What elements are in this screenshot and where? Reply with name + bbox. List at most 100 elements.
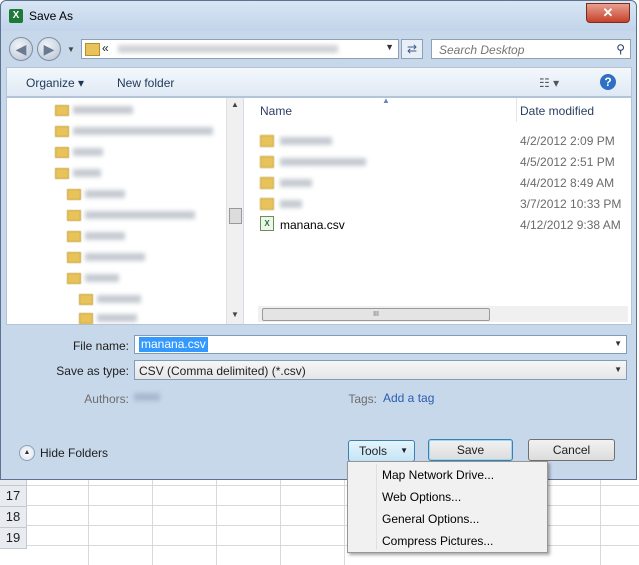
file-list: ▲ Name Date modified 4/2/2012 2:09 PM 4/… <box>244 96 631 324</box>
save-type-select[interactable]: CSV (Comma delimited) (*.csv) ▼ <box>134 360 627 380</box>
search-input[interactable] <box>437 42 611 58</box>
chevron-down-icon[interactable]: ▼ <box>385 42 394 52</box>
menu-item-map-network-drive[interactable]: Map Network Drive... <box>382 468 494 482</box>
csv-file-icon: X <box>260 216 274 231</box>
menu-divider <box>376 464 377 550</box>
blurred-label <box>97 314 137 322</box>
folder-icon <box>260 198 274 210</box>
file-date: 3/7/2012 10:33 PM <box>520 197 622 211</box>
nav-scrollbar[interactable]: ▲ ▼ <box>226 98 243 324</box>
organize-button[interactable]: Organize ▾ <box>26 76 84 90</box>
excel-icon: X <box>9 9 23 23</box>
tools-label: Tools <box>359 444 388 458</box>
folder-icon <box>67 273 81 284</box>
address-path-blurred <box>118 45 338 53</box>
row-header[interactable]: 19 <box>0 528 27 549</box>
browser-content: ▲ ▼ ▲ Name Date modified 4/2/2012 2:09 P… <box>6 96 632 325</box>
file-row[interactable]: 4/2/2012 2:09 PM <box>258 132 628 150</box>
blurred-label <box>85 253 145 261</box>
search-icon[interactable]: ⚲ <box>616 42 625 56</box>
back-button[interactable]: ◀ <box>9 37 33 61</box>
cancel-button[interactable]: Cancel <box>528 439 615 461</box>
folder-icon <box>85 43 100 56</box>
blurred-label <box>73 127 213 135</box>
column-header-name[interactable]: Name <box>260 104 292 118</box>
authors-value-blurred[interactable] <box>134 393 160 401</box>
folder-icon <box>67 231 81 242</box>
blurred-label <box>85 274 119 282</box>
tags-label: Tags: <box>348 392 377 406</box>
scroll-down-icon[interactable]: ▼ <box>231 310 239 319</box>
scroll-thumb[interactable] <box>229 208 242 224</box>
chevron-down-icon[interactable]: ▼ <box>614 365 622 374</box>
blurred-file-name <box>280 137 332 145</box>
folder-icon <box>260 156 274 168</box>
column-header-date[interactable]: Date modified <box>520 104 594 118</box>
authors-label: Authors: <box>84 392 129 406</box>
address-prefix[interactable]: « <box>102 41 109 55</box>
save-type-label: Save as type: <box>56 364 129 378</box>
row-header[interactable]: 17 <box>0 486 27 507</box>
blurred-label <box>73 106 133 114</box>
column-divider[interactable] <box>516 98 517 122</box>
file-name-value[interactable]: manana.csv <box>139 337 208 352</box>
address-bar[interactable]: « ▼ <box>81 39 399 59</box>
file-row[interactable]: 4/5/2012 2:51 PM <box>258 153 628 171</box>
menu-item-web-options[interactable]: Web Options... <box>382 490 461 504</box>
menu-item-compress-pictures[interactable]: Compress Pictures... <box>382 534 493 548</box>
row-header[interactable]: 18 <box>0 507 27 528</box>
menu-item-general-options[interactable]: General Options... <box>382 512 479 526</box>
file-date: 4/4/2012 8:49 AM <box>520 176 615 190</box>
tools-menu: Map Network Drive... Web Options... Gene… <box>347 461 548 553</box>
folder-icon <box>55 168 69 179</box>
history-dropdown-icon[interactable]: ▼ <box>67 45 75 54</box>
save-button[interactable]: Save <box>428 439 513 461</box>
horizontal-scrollbar[interactable]: III <box>258 306 628 322</box>
collapse-up-icon: ▲ <box>19 445 35 461</box>
file-date: 4/12/2012 9:38 AM <box>520 218 621 232</box>
file-name-label: File name: <box>72 339 129 353</box>
tools-button[interactable]: Tools ▼ <box>348 440 415 462</box>
folder-icon <box>260 177 274 189</box>
blurred-file-name <box>280 158 366 166</box>
file-date: 4/2/2012 2:09 PM <box>520 134 615 148</box>
sort-ascending-icon: ▲ <box>382 96 390 105</box>
folder-icon <box>55 105 69 116</box>
file-name: manana.csv <box>280 218 345 232</box>
folder-icon <box>55 147 69 158</box>
forward-button[interactable]: ▶ <box>37 37 61 61</box>
file-name-field[interactable]: manana.csv ▼ <box>134 335 627 354</box>
search-box[interactable]: ⚲ <box>431 39 631 59</box>
file-row[interactable]: 3/7/2012 10:33 PM <box>258 195 628 213</box>
scroll-thumb[interactable]: III <box>262 308 490 321</box>
blurred-file-name <box>280 179 312 187</box>
file-row[interactable]: 4/4/2012 8:49 AM <box>258 174 628 192</box>
close-button[interactable]: ✕ <box>586 3 630 23</box>
folder-icon <box>79 313 93 324</box>
scroll-up-icon[interactable]: ▲ <box>231 100 239 109</box>
folder-icon <box>67 210 81 221</box>
navigation-bar: ◀ ▶ ▼ « ▼ ⇄ ⚲ <box>1 31 636 67</box>
title-bar[interactable]: X Save As ✕ <box>1 1 636 31</box>
folder-icon <box>260 135 274 147</box>
new-folder-button[interactable]: New folder <box>117 76 174 90</box>
refresh-button[interactable]: ⇄ <box>401 39 423 59</box>
file-row[interactable]: X manana.csv 4/12/2012 9:38 AM <box>258 216 628 234</box>
chevron-down-icon[interactable]: ▼ <box>614 339 622 348</box>
save-type-value: CSV (Comma delimited) (*.csv) <box>139 364 306 378</box>
blurred-file-name <box>280 200 302 208</box>
window-title: Save As <box>29 9 74 23</box>
file-date: 4/5/2012 2:51 PM <box>520 155 615 169</box>
command-toolbar: Organize ▾ New folder ☷ ▾ ? <box>6 67 632 97</box>
add-tag-link[interactable]: Add a tag <box>383 391 434 405</box>
blurred-label <box>85 211 195 219</box>
blurred-label <box>85 190 125 198</box>
folder-icon <box>79 294 93 305</box>
folder-icon <box>67 252 81 263</box>
blurred-label <box>85 232 125 240</box>
folder-icon <box>55 126 69 137</box>
help-icon[interactable]: ? <box>600 74 616 90</box>
folder-icon <box>67 189 81 200</box>
blurred-label <box>73 169 101 177</box>
view-options-icon[interactable]: ☷ ▾ <box>539 76 559 90</box>
